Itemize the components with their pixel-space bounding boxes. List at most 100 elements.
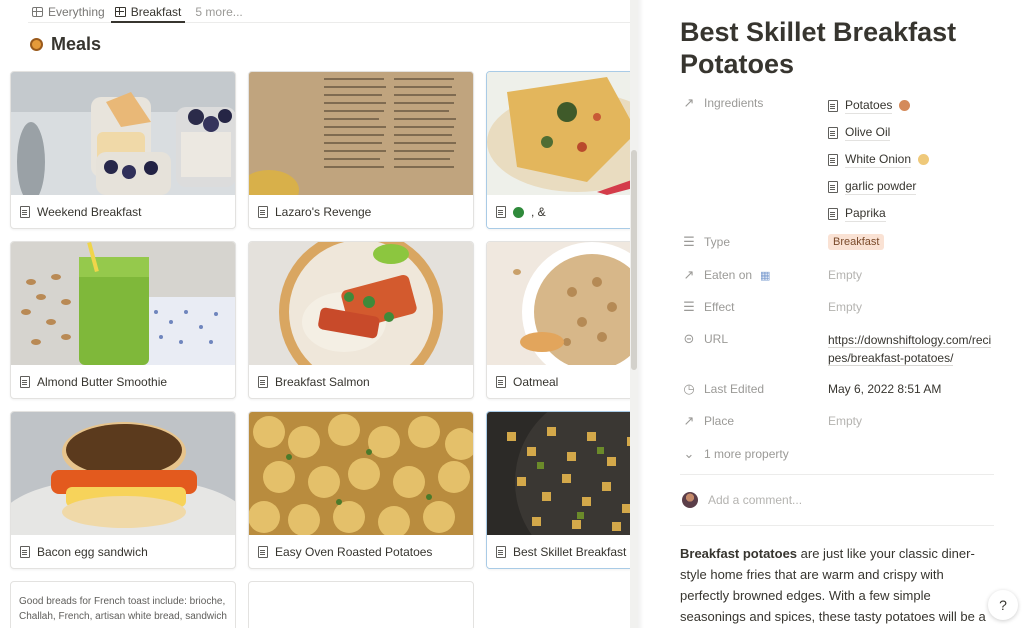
page-icon xyxy=(20,546,30,558)
card-cover-image xyxy=(11,412,235,535)
gallery-card[interactable]: Best Skillet Breakfast xyxy=(486,411,632,569)
relation-label: White Onion xyxy=(845,151,912,168)
gallery-grid: Weekend Breakfast Lazaro's Revenge , & A… xyxy=(10,71,632,628)
more-views-label: 5 more... xyxy=(195,4,243,19)
gallery-icon xyxy=(114,6,126,17)
panel-shadow xyxy=(638,0,644,628)
card-title: Easy Oven Roasted Potatoes xyxy=(275,545,433,559)
gallery-card[interactable]: Breakfast Salmon xyxy=(248,241,474,399)
relation-label: Olive Oil xyxy=(845,124,891,141)
avatar xyxy=(682,492,698,508)
place-value: Empty xyxy=(828,414,863,428)
more-properties-label: 1 more property xyxy=(704,447,789,461)
chevron-down-icon: ⌄ xyxy=(683,446,695,461)
card-cover-image xyxy=(11,242,235,365)
page-icon xyxy=(496,546,506,558)
relation-label: garlic powder xyxy=(845,178,917,195)
page-icon xyxy=(496,376,506,388)
property-label: Place xyxy=(704,414,735,428)
page-icon xyxy=(828,207,838,220)
more-properties-toggle[interactable]: ⌄ 1 more property xyxy=(682,444,789,464)
link-icon: ⊝ xyxy=(683,331,695,346)
divider xyxy=(680,474,994,475)
card-title: Oatmeal xyxy=(513,375,559,389)
property-type[interactable]: ☰ Type Breakfast xyxy=(682,232,885,252)
relation-arrow-icon: ↗ xyxy=(683,95,695,110)
card-title: Almond Butter Smoothie xyxy=(37,375,168,389)
card-title: Best Skillet Breakfast xyxy=(513,545,627,559)
card-cover-image xyxy=(249,72,473,195)
card-cover-image xyxy=(249,412,473,535)
view-tabs: Everything Breakfast 5 more... xyxy=(28,0,632,23)
table-icon xyxy=(32,6,43,17)
onion-icon xyxy=(918,154,930,165)
clock-icon: ◷ xyxy=(683,381,695,396)
database-title-text: Meals xyxy=(51,34,102,54)
effect-value: Empty xyxy=(828,300,863,314)
gallery-card[interactable]: Easy Oven Roasted Potatoes xyxy=(248,411,474,569)
more-views-button[interactable]: 5 more... xyxy=(191,0,246,23)
card-title: Lazaro's Revenge xyxy=(275,205,372,219)
gallery-card-text-preview[interactable]: Good breads for French toast include: br… xyxy=(10,581,236,628)
property-place[interactable]: ↗ Place Empty xyxy=(682,411,862,431)
help-button[interactable]: ? xyxy=(988,590,1018,620)
page-body-paragraph[interactable]: Breakfast potatoes are just like your cl… xyxy=(680,543,995,627)
type-tag[interactable]: Breakfast xyxy=(828,234,885,250)
page-title[interactable]: Best Skillet Breakfast Potatoes xyxy=(680,16,990,80)
page-icon xyxy=(258,376,268,388)
list-icon: ☰ xyxy=(683,234,695,249)
card-cover-image xyxy=(249,242,473,365)
page-peek-panel: Best Skillet Breakfast Potatoes ↗ Ingredi… xyxy=(638,0,1024,628)
gallery-card[interactable]: Weekend Breakfast xyxy=(10,71,236,229)
relation-item-potatoes[interactable]: Potatoes xyxy=(828,92,929,119)
page-icon xyxy=(496,206,506,218)
property-effect[interactable]: ☰ Effect Empty xyxy=(682,297,862,317)
tab-everything[interactable]: Everything xyxy=(28,0,109,23)
gallery-card-empty[interactable] xyxy=(248,581,474,628)
relation-item-olive-oil[interactable]: Olive Oil xyxy=(828,119,929,146)
broccoli-icon xyxy=(513,206,524,218)
tab-breakfast[interactable]: Breakfast xyxy=(110,0,186,23)
eaten-on-value: Empty xyxy=(828,268,863,282)
gallery-card[interactable]: Bacon egg sandwich xyxy=(10,411,236,569)
relation-arrow-icon: ↗ xyxy=(683,413,695,428)
card-title: Bacon egg sandwich xyxy=(37,545,148,559)
relation-label: Potatoes xyxy=(845,97,893,114)
gallery-card[interactable]: Lazaro's Revenge xyxy=(248,71,474,229)
property-label: Eaten on xyxy=(704,268,753,282)
property-eaten-on[interactable]: ↗ Eaten on ▦ Empty xyxy=(682,265,862,285)
card-title: Breakfast Salmon xyxy=(275,375,370,389)
scrollbar-thumb[interactable] xyxy=(631,150,637,370)
relation-item-paprika[interactable]: Paprika xyxy=(828,200,929,227)
property-label: URL xyxy=(704,332,729,346)
app-window: Everything Breakfast 5 more... Meals Wee… xyxy=(0,0,1024,628)
last-edited-value: May 6, 2022 8:51 AM xyxy=(828,382,942,396)
page-icon xyxy=(258,206,268,218)
card-title: , & xyxy=(531,205,546,219)
tab-breakfast-label: Breakfast xyxy=(130,4,182,19)
ingredients-relation-list: Potatoes Olive Oil White Onion garlic po… xyxy=(828,92,930,227)
relation-item-white-onion[interactable]: White Onion xyxy=(828,146,930,173)
property-last-edited: ◷ Last Edited May 6, 2022 8:51 AM xyxy=(682,379,941,399)
page-icon xyxy=(828,126,838,139)
gallery-card[interactable]: Oatmeal xyxy=(486,241,632,399)
relation-label: Paprika xyxy=(845,205,886,222)
comment-input[interactable]: Add a comment... xyxy=(682,492,802,508)
relation-arrow-icon: ↗ xyxy=(683,267,695,282)
property-ingredients[interactable]: ↗ Ingredients xyxy=(682,93,828,113)
body-bold-text: Breakfast potatoes xyxy=(680,546,798,561)
database-title[interactable]: Meals xyxy=(30,34,101,55)
tab-everything-label: Everything xyxy=(48,4,105,19)
card-title: Weekend Breakfast xyxy=(37,205,142,219)
gallery-card[interactable]: , & xyxy=(486,71,632,229)
calendar-icon: ▦ xyxy=(760,269,771,282)
muffin-icon xyxy=(30,38,43,51)
url-link[interactable]: https://downshiftology.com/recipes/break… xyxy=(828,333,992,366)
gallery-view: Everything Breakfast 5 more... Meals Wee… xyxy=(0,0,632,628)
relation-item-garlic-powder[interactable]: garlic powder xyxy=(828,173,929,200)
gallery-card[interactable]: Almond Butter Smoothie xyxy=(10,241,236,399)
card-cover-image xyxy=(487,412,632,535)
divider xyxy=(680,525,994,526)
page-icon xyxy=(828,99,838,112)
property-url[interactable]: ⊝ URL https://downshiftology.com/recipes/… xyxy=(682,329,993,367)
